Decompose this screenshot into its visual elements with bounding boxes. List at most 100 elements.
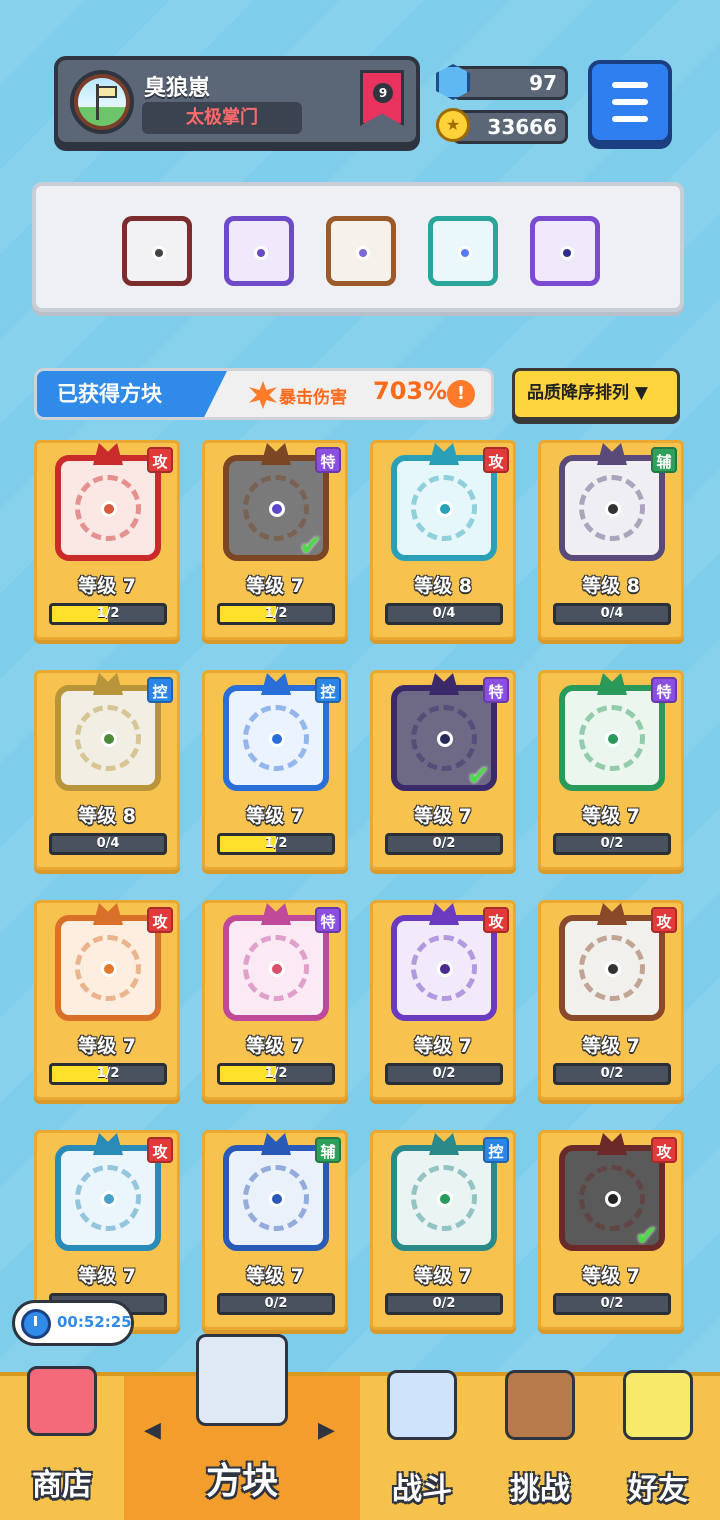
upgrade-progress-bar: 0/4 xyxy=(49,833,167,855)
nav-blocks[interactable]: 方块 xyxy=(124,1334,360,1520)
block-card[interactable]: 辅等级 8 0/4 xyxy=(538,440,684,640)
block-card[interactable]: 攻 ✔ 等级 7 0/2 xyxy=(538,1130,684,1330)
dragon-head-icon xyxy=(261,1133,291,1155)
block-level: 等级 7 xyxy=(414,1035,472,1057)
block-core-icon xyxy=(605,501,621,517)
block-core-icon xyxy=(605,961,621,977)
upgrade-progress-bar: 0/2 xyxy=(553,833,671,855)
player-avatar[interactable] xyxy=(70,70,134,134)
info-icon[interactable]: ! xyxy=(447,380,475,408)
block-card[interactable]: 攻等级 7 0/2 xyxy=(370,900,516,1100)
block-core-icon xyxy=(101,731,117,747)
crit-burst-icon xyxy=(249,381,277,409)
progress-text: 0/2 xyxy=(432,1066,456,1081)
prev-arrow-icon[interactable]: ◀ xyxy=(144,1418,161,1443)
sort-dropdown-button[interactable]: 品质降序排列 ▼ xyxy=(512,368,680,420)
block-type-tag: 辅 xyxy=(315,1137,341,1163)
dragon-head-icon xyxy=(429,673,459,695)
collected-tab[interactable]: 已获得方块 xyxy=(37,371,227,417)
block-card[interactable]: 控等级 8 0/4 xyxy=(34,670,180,870)
friend-character-icon xyxy=(623,1370,693,1440)
progress-text: 0/2 xyxy=(432,1296,456,1311)
equipped-check-icon: ✔ xyxy=(635,1219,659,1252)
block-type-tag: 攻 xyxy=(651,1137,677,1163)
nav-friends-label: 好友 xyxy=(628,1472,688,1507)
dragon-head-icon xyxy=(429,903,459,925)
block-level: 等级 8 xyxy=(78,805,136,827)
block-core-icon xyxy=(458,246,472,260)
nav-battle[interactable]: 战斗 xyxy=(360,1370,484,1520)
block-level: 等级 7 xyxy=(78,1265,136,1287)
upgrade-progress-bar: 0/2 xyxy=(385,1293,503,1315)
hamburger-icon xyxy=(612,82,648,88)
player-profile-card[interactable]: 臭狼崽 太极掌门 9 xyxy=(54,56,420,146)
block-card[interactable]: 控等级 7 1/2 xyxy=(202,670,348,870)
next-arrow-icon[interactable]: ▶ xyxy=(318,1418,335,1443)
teal-hands-block-icon[interactable] xyxy=(428,216,498,286)
block-type-tag: 攻 xyxy=(147,907,173,933)
rainbow-infinity-block-icon[interactable] xyxy=(326,216,396,286)
shop-icon xyxy=(27,1366,97,1436)
dragon-head-icon xyxy=(597,443,627,465)
block-core-icon xyxy=(152,246,166,260)
dragon-head-icon xyxy=(93,903,123,925)
block-card[interactable]: 辅等级 7 0/2 xyxy=(202,1130,348,1330)
blade-saw-block-icon[interactable] xyxy=(122,216,192,286)
block-core-icon xyxy=(269,961,285,977)
purple-arrow-block-icon[interactable] xyxy=(224,216,294,286)
block-level: 等级 7 xyxy=(414,1265,472,1287)
block-type-tag: 控 xyxy=(315,677,341,703)
dragon-frame-block-icon xyxy=(559,685,665,791)
nav-challenge[interactable]: 挑战 xyxy=(484,1370,596,1520)
block-level: 等级 7 xyxy=(246,805,304,827)
upgrade-progress-bar: 0/2 xyxy=(553,1293,671,1315)
dragon-frame-block-icon xyxy=(391,915,497,1021)
block-core-icon xyxy=(101,961,117,977)
block-core-icon xyxy=(437,961,453,977)
progress-text: 1/2 xyxy=(96,606,120,621)
dragon-frame-block-icon xyxy=(55,915,161,1021)
block-card[interactable]: 攻等级 7 0/2 xyxy=(538,900,684,1100)
coin-icon: ★ xyxy=(436,108,470,142)
dragon-head-icon xyxy=(93,673,123,695)
dragon-frame-block-icon xyxy=(559,915,665,1021)
block-level: 等级 8 xyxy=(414,575,472,597)
progress-text: 1/2 xyxy=(264,1066,288,1081)
block-card[interactable]: 攻等级 7 1/2 xyxy=(34,900,180,1100)
block-core-icon xyxy=(437,501,453,517)
dragon-head-icon xyxy=(597,903,627,925)
rank-number: 9 xyxy=(373,83,393,103)
progress-text: 0/2 xyxy=(600,836,624,851)
block-core-icon xyxy=(254,246,268,260)
dragon-frame-block-icon xyxy=(391,1145,497,1251)
purple-lightning-block-icon[interactable] xyxy=(530,216,600,286)
upgrade-progress-bar: 0/2 xyxy=(385,1063,503,1085)
block-core-icon xyxy=(560,246,574,260)
block-level: 等级 7 xyxy=(582,1035,640,1057)
nav-shop[interactable]: 商店 xyxy=(0,1366,124,1520)
menu-button[interactable] xyxy=(588,60,672,144)
block-card[interactable]: 特等级 7 1/2 xyxy=(202,900,348,1100)
dragon-head-icon xyxy=(597,1133,627,1155)
dragon-head-icon xyxy=(93,443,123,465)
block-card[interactable]: 控等级 7 0/2 xyxy=(370,1130,516,1330)
equipped-check-icon: ✔ xyxy=(467,759,491,792)
block-card[interactable]: 特 ✔ 等级 7 0/2 xyxy=(370,670,516,870)
upgrade-progress-bar: 0/4 xyxy=(553,603,671,625)
block-card[interactable]: 攻等级 8 0/4 xyxy=(370,440,516,640)
flag-icon xyxy=(99,86,117,98)
block-card[interactable]: 特 ✔ 等级 7 1/2 xyxy=(202,440,348,640)
mystery-cube-icon xyxy=(196,1334,288,1426)
event-timer[interactable]: 00:52:25 xyxy=(12,1300,134,1346)
block-type-tag: 特 xyxy=(315,907,341,933)
block-core-icon xyxy=(437,731,453,747)
block-card[interactable]: 攻等级 7 1/2 xyxy=(34,440,180,640)
block-level: 等级 7 xyxy=(78,1035,136,1057)
nav-friends[interactable]: 好友 xyxy=(596,1370,720,1520)
dragon-frame-block-icon xyxy=(55,455,161,561)
upgrade-progress-bar: 1/2 xyxy=(217,1063,335,1085)
crit-damage-value: 703% xyxy=(373,377,448,405)
block-card[interactable]: 特等级 7 0/2 xyxy=(538,670,684,870)
rank-badge[interactable]: 9 xyxy=(360,70,404,126)
dragon-frame-block-icon xyxy=(223,915,329,1021)
